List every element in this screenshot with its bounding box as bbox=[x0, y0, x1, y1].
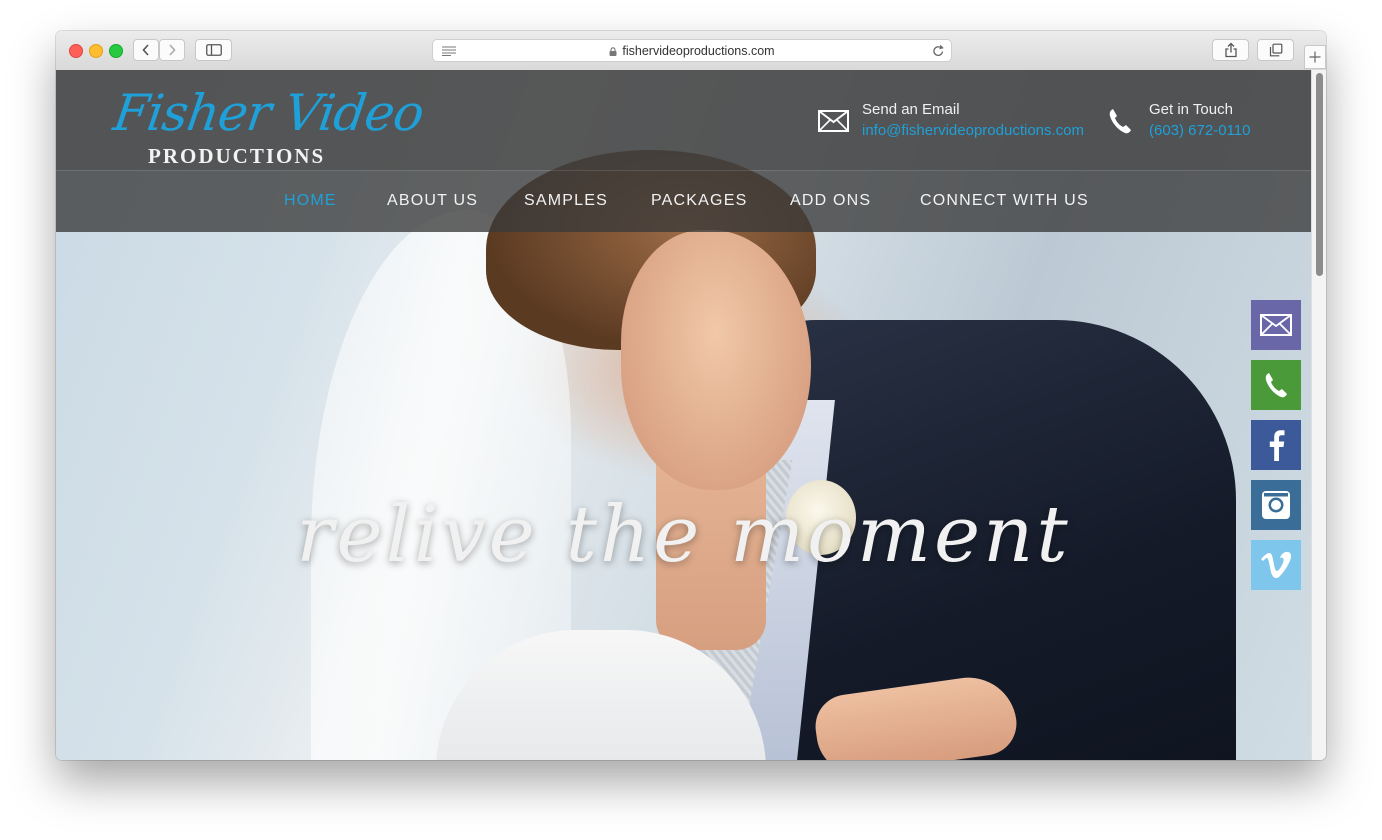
email-contact: Send an Email info@fishervideoproduction… bbox=[862, 100, 1084, 142]
browser-toolbar: fishervideoproductions.com bbox=[56, 31, 1326, 71]
sidebar-icon bbox=[205, 44, 222, 56]
nav-item-packages[interactable]: PACKAGES bbox=[651, 192, 747, 210]
envelope-icon bbox=[818, 110, 849, 132]
tabs-overview-button[interactable] bbox=[1257, 39, 1294, 61]
social-vimeo-button[interactable] bbox=[1251, 540, 1301, 590]
vertical-scrollbar[interactable] bbox=[1311, 70, 1326, 760]
url-text: fishervideoproductions.com bbox=[622, 44, 775, 58]
lock-icon bbox=[609, 47, 617, 56]
nav-item-home[interactable]: HOME bbox=[284, 192, 337, 210]
chevron-right-icon bbox=[169, 44, 176, 56]
instagram-icon bbox=[1262, 491, 1290, 519]
chevron-left-icon bbox=[142, 44, 149, 56]
phone-link[interactable]: (603) 672-0110 bbox=[1149, 120, 1250, 142]
scrollbar-thumb[interactable] bbox=[1316, 73, 1323, 276]
address-bar[interactable]: fishervideoproductions.com bbox=[432, 39, 952, 62]
share-button[interactable] bbox=[1212, 39, 1249, 61]
plus-icon bbox=[1309, 51, 1321, 63]
web-page: relive the moment Fisher Video PRODUCTIO… bbox=[56, 70, 1311, 760]
site-header: Fisher Video PRODUCTIONS Send an Email i… bbox=[56, 70, 1311, 170]
email-label: Send an Email bbox=[862, 101, 960, 118]
new-tab-button[interactable] bbox=[1304, 45, 1326, 69]
logo-script-text: Fisher Video bbox=[109, 84, 427, 142]
phone-icon bbox=[1265, 373, 1287, 398]
tabs-icon bbox=[1269, 43, 1282, 57]
back-button[interactable] bbox=[133, 39, 159, 61]
sidebar-toggle-button[interactable] bbox=[195, 39, 232, 61]
social-email-button[interactable] bbox=[1251, 300, 1301, 350]
social-instagram-button[interactable] bbox=[1251, 480, 1301, 530]
social-phone-button[interactable] bbox=[1251, 360, 1301, 410]
minimize-window-button[interactable] bbox=[89, 44, 103, 58]
email-link[interactable]: info@fishervideoproductions.com bbox=[862, 120, 1084, 142]
facebook-icon bbox=[1269, 430, 1285, 461]
email-icon bbox=[1260, 314, 1292, 336]
phone-contact: Get in Touch (603) 672-0110 bbox=[1149, 100, 1250, 142]
main-navigation: HOME ABOUT US SAMPLES PACKAGES ADD ONS C… bbox=[56, 170, 1311, 232]
close-window-button[interactable] bbox=[69, 44, 83, 58]
nav-item-connect-with-us[interactable]: CONNECT WITH US bbox=[920, 192, 1089, 210]
nav-item-samples[interactable]: SAMPLES bbox=[524, 192, 608, 210]
logo-subtitle: PRODUCTIONS bbox=[148, 144, 326, 168]
url-display: fishervideoproductions.com bbox=[433, 44, 951, 58]
browser-window: fishervideoproductions.com relive the mo… bbox=[56, 31, 1326, 760]
hero-tagline: relive the moment bbox=[296, 490, 1071, 580]
phone-icon bbox=[1109, 109, 1131, 134]
zoom-window-button[interactable] bbox=[109, 44, 123, 58]
phone-label: Get in Touch bbox=[1149, 101, 1233, 118]
reload-icon[interactable] bbox=[932, 44, 945, 58]
nav-item-add-ons[interactable]: ADD ONS bbox=[790, 192, 871, 210]
nav-item-about-us[interactable]: ABOUT US bbox=[387, 192, 478, 210]
forward-button[interactable] bbox=[159, 39, 185, 61]
vimeo-icon bbox=[1261, 551, 1292, 579]
social-facebook-button[interactable] bbox=[1251, 420, 1301, 470]
share-icon bbox=[1224, 42, 1237, 58]
